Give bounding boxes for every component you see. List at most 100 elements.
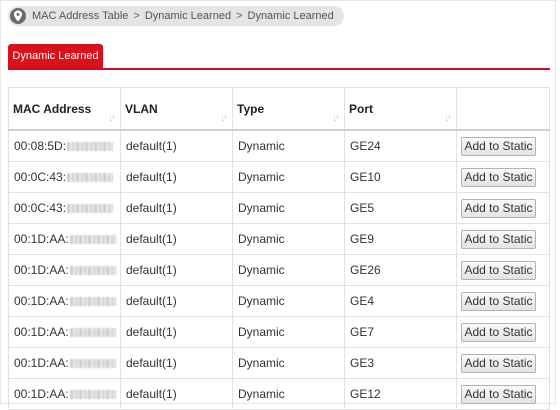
redacted-mac-suffix <box>67 173 114 183</box>
cell-mac-address: 00:0C:43: <box>8 192 121 224</box>
cell-type: Dynamic <box>232 192 345 224</box>
sort-icon[interactable]: ↓↑ <box>332 113 340 124</box>
sort-icon[interactable]: ↓↑ <box>108 113 116 124</box>
column-header-label: Type <box>237 101 265 116</box>
cell-type: Dynamic <box>232 347 345 379</box>
mac-address-text: 00:0C:43: <box>14 201 67 215</box>
cell-actions: Add to Static <box>456 192 550 224</box>
cell-type: Dynamic <box>232 285 345 317</box>
add-to-static-button[interactable]: Add to Static <box>461 322 536 342</box>
cell-vlan: default(1) <box>120 347 233 379</box>
mac-address-text: 00:1D:AA: <box>14 356 69 370</box>
cell-port: GE26 <box>344 254 457 286</box>
breadcrumb: MAC Address Table > Dynamic Learned > Dy… <box>8 6 344 26</box>
cell-port: GE24 <box>344 129 457 162</box>
cell-actions: Add to Static <box>456 254 550 286</box>
redacted-mac-suffix <box>67 142 114 152</box>
cell-actions: Add to Static <box>456 316 550 348</box>
table-row: 00:1D:AA: default(1) Dynamic GE9 Add to Stat… <box>8 223 550 255</box>
table-row: 00:1D:AA: default(1) Dynamic GE3 Add to Stat… <box>8 347 550 379</box>
cell-vlan: default(1) <box>120 378 233 410</box>
cell-actions: Add to Static <box>456 378 550 410</box>
sort-icon[interactable]: ↓↑ <box>220 113 228 124</box>
cell-mac-address: 00:1D:AA: <box>8 316 121 348</box>
cell-mac-address: 00:1D:AA: <box>8 223 121 255</box>
mac-address-text: 00:08:5D: <box>14 139 67 153</box>
column-header-mac-address[interactable]: MAC Address ↓↑ <box>8 87 121 131</box>
cell-port: GE4 <box>344 285 457 317</box>
cell-vlan: default(1) <box>120 129 233 162</box>
column-header-type[interactable]: Type ↓↑ <box>232 87 345 131</box>
column-header-port[interactable]: Port ↓↑ <box>344 87 457 131</box>
add-to-static-button[interactable]: Add to Static <box>461 353 536 373</box>
cell-actions: Add to Static <box>456 223 550 255</box>
table-row: 00:0C:43: default(1) Dynamic GE10 Add to Sta… <box>8 161 550 193</box>
breadcrumb-item-mac-table[interactable]: MAC Address Table <box>32 10 128 22</box>
cell-actions: Add to Static <box>456 285 550 317</box>
cell-type: Dynamic <box>232 223 345 255</box>
mac-address-text: 00:1D:AA: <box>14 263 69 277</box>
mac-address-text: 00:1D:AA: <box>14 387 69 401</box>
cell-port: GE7 <box>344 316 457 348</box>
breadcrumb-item-current: Dynamic Learned <box>247 10 334 22</box>
table-row: 00:0C:43: default(1) Dynamic GE5 Add to Stat… <box>8 192 550 224</box>
cell-type: Dynamic <box>232 129 345 162</box>
cell-mac-address: 00:1D:AA: <box>8 285 121 317</box>
cell-type: Dynamic <box>232 316 345 348</box>
column-header-vlan[interactable]: VLAN ↓↑ <box>120 87 233 131</box>
add-to-static-button[interactable]: Add to Static <box>461 384 536 404</box>
redacted-mac-suffix <box>67 204 114 214</box>
cell-mac-address: 00:1D:AA: <box>8 254 121 286</box>
cell-vlan: default(1) <box>120 254 233 286</box>
add-to-static-button[interactable]: Add to Static <box>461 167 536 187</box>
cell-mac-address: 00:1D:AA: <box>8 378 121 410</box>
add-to-static-button[interactable]: Add to Static <box>461 229 536 249</box>
redacted-mac-suffix <box>69 266 116 276</box>
breadcrumb-separator: > <box>236 10 243 22</box>
tab-dynamic-learned[interactable]: Dynamic Learned <box>8 44 103 68</box>
cell-vlan: default(1) <box>120 192 233 224</box>
mac-address-text: 00:1D:AA: <box>14 232 69 246</box>
column-header-label: VLAN <box>125 101 158 116</box>
cell-vlan: default(1) <box>120 223 233 255</box>
column-header-actions <box>456 87 550 131</box>
tab-bar: Dynamic Learned <box>8 44 550 70</box>
column-header-label: Port <box>349 101 373 116</box>
cell-port: GE9 <box>344 223 457 255</box>
cell-actions: Add to Static <box>456 161 550 193</box>
sort-icon[interactable]: ↓↑ <box>444 113 452 124</box>
cell-vlan: default(1) <box>120 316 233 348</box>
cell-actions: Add to Static <box>456 347 550 379</box>
mac-address-text: 00:0C:43: <box>14 170 67 184</box>
cell-port: GE3 <box>344 347 457 379</box>
add-to-static-button[interactable]: Add to Static <box>461 260 536 280</box>
add-to-static-button[interactable]: Add to Static <box>461 291 536 311</box>
cell-port: GE10 <box>344 161 457 193</box>
location-pin-icon <box>10 8 26 24</box>
table-row: 00:1D:AA: default(1) Dynamic GE26 Add to Sta… <box>8 254 550 286</box>
mac-address-text: 00:1D:AA: <box>14 294 69 308</box>
redacted-mac-suffix <box>69 235 116 245</box>
breadcrumb-item-dynamic-learned[interactable]: Dynamic Learned <box>145 10 231 22</box>
cell-vlan: default(1) <box>120 285 233 317</box>
cell-actions: Add to Static <box>456 129 550 162</box>
redacted-mac-suffix <box>69 328 116 338</box>
table-header-row: MAC Address ↓↑ VLAN ↓↑ Type ↓↑ Port ↓↑ <box>8 87 550 131</box>
cell-type: Dynamic <box>232 161 345 193</box>
redacted-mac-suffix <box>69 359 116 369</box>
redacted-mac-suffix <box>69 390 116 400</box>
table-row: 00:1D:AA: default(1) Dynamic GE7 Add to Stat… <box>8 316 550 348</box>
add-to-static-button[interactable]: Add to Static <box>461 136 536 156</box>
cell-mac-address: 00:08:5D: <box>8 129 121 162</box>
add-to-static-button[interactable]: Add to Static <box>461 198 536 218</box>
cell-mac-address: 00:1D:AA: <box>8 347 121 379</box>
cell-type: Dynamic <box>232 378 345 410</box>
cell-port: GE5 <box>344 192 457 224</box>
redacted-mac-suffix <box>69 297 116 307</box>
cell-mac-address: 00:0C:43: <box>8 161 121 193</box>
cell-port: GE12 <box>344 378 457 410</box>
cell-type: Dynamic <box>232 254 345 286</box>
mac-address-text: 00:1D:AA: <box>14 325 69 339</box>
cell-vlan: default(1) <box>120 161 233 193</box>
table-row: 00:1D:AA: default(1) Dynamic GE4 Add to Stat… <box>8 285 550 317</box>
